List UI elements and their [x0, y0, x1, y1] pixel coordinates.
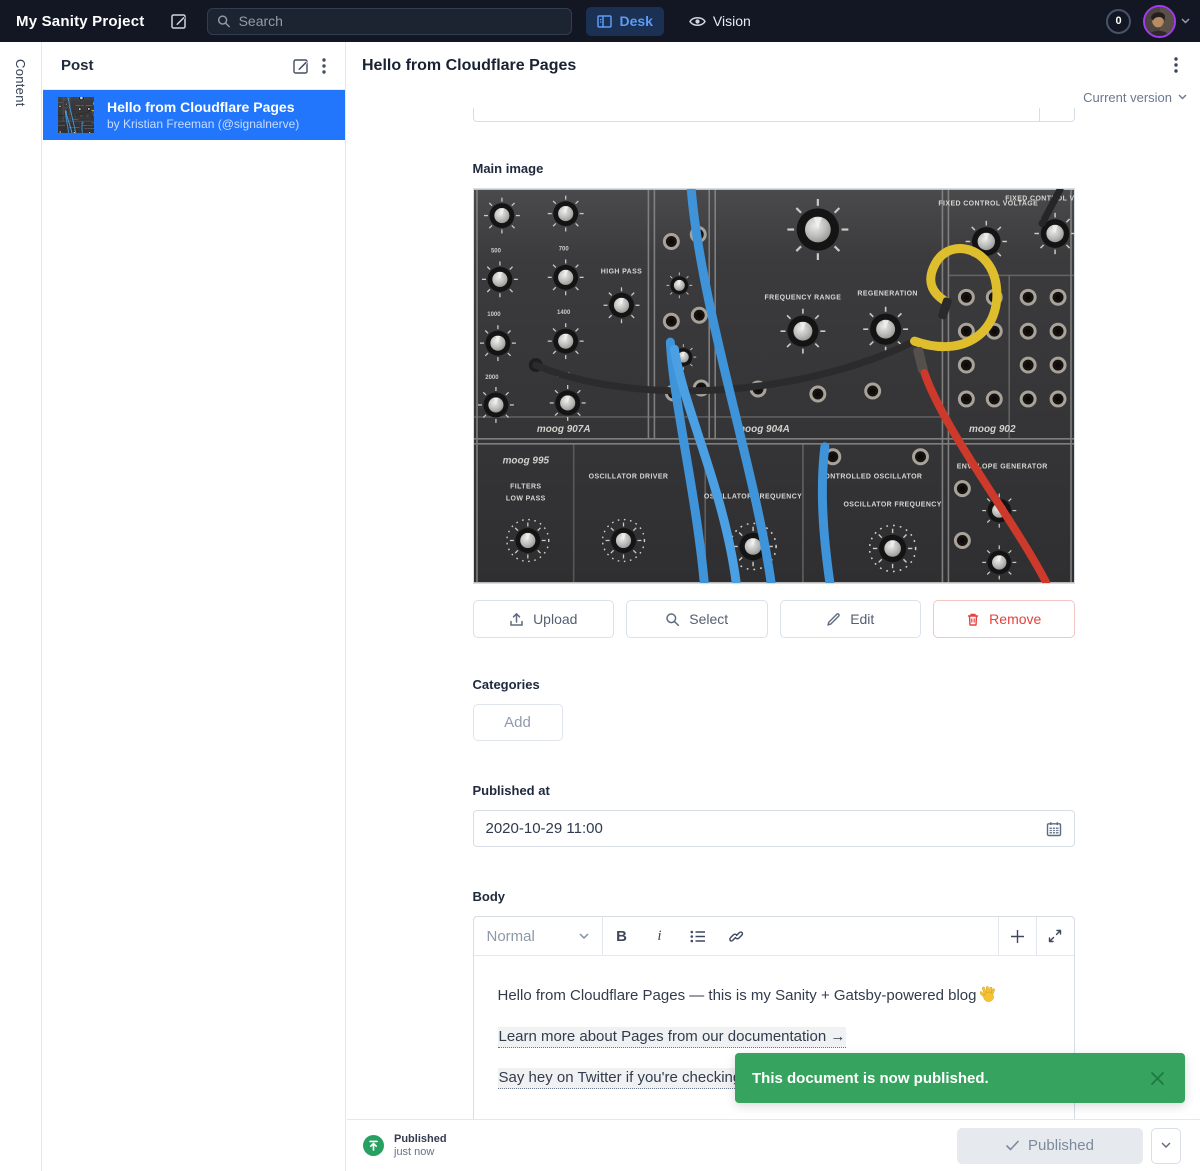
search-input-wrap[interactable] — [207, 8, 572, 35]
chevron-down-icon — [1181, 18, 1190, 24]
kebab-menu-icon — [322, 58, 326, 74]
remove-button[interactable]: Remove — [933, 600, 1075, 638]
upload-button-label: Upload — [533, 611, 577, 627]
calendar-button[interactable] — [1046, 821, 1062, 837]
badge-count: 0 — [1115, 15, 1121, 27]
text-style-select[interactable]: Normal — [474, 917, 603, 955]
document-menu-button[interactable] — [1166, 49, 1186, 81]
document-footer: Published just now Published — [347, 1119, 1200, 1171]
notification-badge[interactable]: 0 — [1106, 9, 1131, 34]
main-image — [474, 189, 1074, 583]
document-pane: Hello from Cloudflare Pages Current vers… — [347, 42, 1200, 1171]
desk-icon — [597, 14, 612, 29]
expand-editor-button[interactable] — [1036, 917, 1074, 955]
calendar-icon — [1046, 821, 1062, 837]
project-title: My Sanity Project — [16, 13, 144, 30]
edit-icon — [826, 612, 841, 627]
documentation-link[interactable]: Learn more about Pages from our document… — [498, 1027, 847, 1048]
link-button[interactable] — [717, 917, 755, 955]
expand-icon — [1048, 929, 1062, 943]
publish-button-label: Published — [1028, 1137, 1094, 1154]
list-item-thumbnail — [58, 97, 94, 133]
remove-button-label: Remove — [989, 611, 1041, 627]
version-label: Current version — [1083, 90, 1172, 105]
content-rail: Content — [0, 42, 42, 1171]
select-button-label: Select — [689, 611, 728, 627]
publish-status-time: just now — [394, 1146, 447, 1159]
body-label: Body — [473, 889, 1075, 904]
italic-button[interactable]: i — [641, 917, 679, 955]
bullet-list-icon — [690, 930, 706, 943]
new-document-button[interactable] — [286, 51, 316, 81]
main-image-preview[interactable] — [473, 188, 1075, 584]
published-at-label: Published at — [473, 783, 1075, 798]
categories-label: Categories — [473, 677, 1075, 692]
slug-generate-button[interactable] — [1040, 108, 1074, 121]
slug-field-cutoff[interactable] — [473, 108, 1075, 122]
insert-block-button[interactable] — [998, 917, 1036, 955]
wave-emoji — [980, 986, 996, 1002]
publish-status-title: Published — [394, 1133, 447, 1146]
chevron-down-icon — [579, 933, 589, 940]
success-toast: This document is now published. — [735, 1053, 1185, 1103]
toast-message: This document is now published. — [752, 1070, 1146, 1087]
compose-button[interactable] — [170, 12, 188, 30]
published-at-input[interactable] — [486, 820, 1046, 837]
link-icon — [728, 929, 744, 943]
content-rail-label[interactable]: Content — [13, 59, 28, 107]
list-item-subtitle: by Kristian Freeman (@signalnerve) — [107, 117, 299, 132]
chevron-down-icon — [1161, 1142, 1171, 1149]
document-title: Hello from Cloudflare Pages — [362, 51, 1166, 75]
body-paragraph-text: Hello from Cloudflare Pages — this is my… — [498, 987, 977, 1004]
upload-icon — [509, 612, 524, 627]
tab-desk[interactable]: Desk — [586, 7, 663, 36]
document-header: Hello from Cloudflare Pages Current vers… — [347, 42, 1200, 115]
document-scroll-area[interactable]: Main image Upload Select — [347, 108, 1200, 1119]
edit-button[interactable]: Edit — [780, 600, 922, 638]
body-toolbar: Normal B i — [474, 917, 1074, 956]
avatar-photo — [1145, 7, 1174, 36]
body-paragraph: Hello from Cloudflare Pages — this is my… — [498, 985, 1050, 1006]
eye-icon — [689, 15, 706, 28]
search-input[interactable] — [239, 13, 563, 29]
compose-icon — [292, 57, 310, 75]
tab-vision[interactable]: Vision — [678, 7, 762, 36]
upload-button[interactable]: Upload — [473, 600, 615, 638]
list-item[interactable]: Hello from Cloudflare Pages by Kristian … — [43, 90, 345, 140]
plus-icon — [1010, 929, 1025, 944]
publish-button[interactable]: Published — [957, 1128, 1143, 1164]
bullet-list-button[interactable] — [679, 917, 717, 955]
top-navbar: My Sanity Project Desk Vision 0 — [0, 0, 1200, 42]
body-paragraph: Learn more about Pages from our document… — [498, 1026, 1050, 1047]
avatar-menu-caret[interactable] — [1181, 18, 1190, 24]
published-status-icon — [363, 1135, 384, 1156]
close-icon — [1150, 1071, 1165, 1086]
toast-close-button[interactable] — [1146, 1067, 1169, 1090]
compose-icon — [170, 12, 188, 30]
main-image-label: Main image — [473, 161, 1075, 176]
publish-menu-button[interactable] — [1151, 1128, 1181, 1164]
version-selector[interactable]: Current version — [1083, 90, 1187, 105]
trash-icon — [966, 612, 980, 627]
chevron-down-icon — [1178, 94, 1187, 100]
published-at-field[interactable] — [473, 810, 1075, 847]
bold-button[interactable]: B — [603, 917, 641, 955]
avatar[interactable] — [1143, 5, 1176, 38]
edit-button-label: Edit — [850, 611, 874, 627]
text-style-value: Normal — [487, 928, 579, 945]
publish-status: Published just now — [363, 1133, 447, 1159]
select-button[interactable]: Select — [626, 600, 768, 638]
document-list-pane: Post Hello from Cloudflare Pages by Kris… — [43, 42, 346, 1171]
tab-desk-label: Desk — [619, 13, 652, 29]
tab-vision-label: Vision — [713, 13, 751, 29]
list-pane-title: Post — [61, 57, 286, 74]
kebab-menu-icon — [1174, 57, 1178, 73]
search-icon — [217, 14, 230, 28]
list-pane-header: Post — [43, 42, 345, 90]
check-icon — [1006, 1140, 1019, 1151]
add-category-button[interactable]: Add — [473, 704, 563, 741]
search-icon — [665, 612, 680, 627]
list-pane-menu-button[interactable] — [316, 52, 332, 80]
list-item-title: Hello from Cloudflare Pages — [107, 99, 299, 116]
